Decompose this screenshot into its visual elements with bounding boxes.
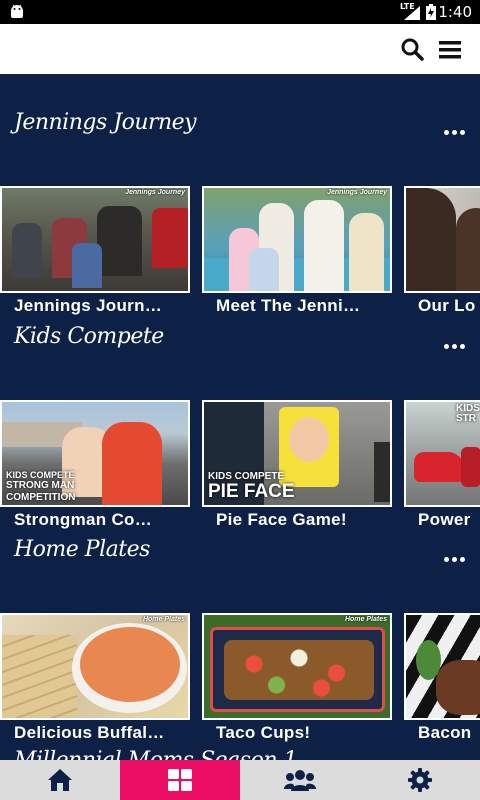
thumbnail-overlay: KIDS COMPETE PIE FACE <box>208 472 295 502</box>
video-title: Taco Cups! <box>216 723 311 742</box>
thumbnail-overlay: KIDS COMPETE STRONG MAN COMPETITION <box>6 471 75 503</box>
section-title: Kids Compete <box>14 324 164 349</box>
bottom-navigation <box>0 760 480 800</box>
nav-settings[interactable] <box>360 760 480 800</box>
app-bar <box>0 24 480 74</box>
video-title: Bacon <box>418 723 472 742</box>
video-card[interactable]: Our Lo <box>404 186 480 315</box>
section-title: Millennial Moms Season 1 <box>14 748 298 760</box>
menu-icon[interactable] <box>438 38 462 62</box>
grid-icon <box>168 769 192 791</box>
video-card[interactable]: Jennings Journey Meet The Jenni… <box>202 186 392 315</box>
more-options-icon[interactable] <box>444 128 468 138</box>
more-options-icon[interactable] <box>444 342 468 352</box>
more-options-icon[interactable] <box>444 555 468 565</box>
section-title: Jennings Journey <box>14 110 197 135</box>
video-thumbnail: Home Plates <box>202 613 392 720</box>
nav-home[interactable] <box>0 760 120 800</box>
search-icon[interactable] <box>400 37 424 61</box>
video-title: Jennings Journ… <box>14 296 163 315</box>
video-thumbnail: KIDS STR <box>404 400 480 507</box>
community-icon <box>284 770 316 791</box>
channel-list[interactable]: Jennings Journey Jennings Journey Jennin… <box>0 74 480 760</box>
home-icon <box>48 769 72 791</box>
video-thumbnail: Jennings Journey <box>0 186 190 293</box>
overlay-title: PIE FACE <box>208 481 295 502</box>
channel-watermark: Jennings Journey <box>327 189 387 196</box>
video-thumbnail <box>404 186 480 293</box>
video-card[interactable]: KIDS COMPETE PIE FACE Pie Face Game! <box>202 400 392 529</box>
video-title: Power <box>418 510 471 529</box>
status-bar: LTE 1:40 <box>0 0 480 24</box>
video-thumbnail <box>404 613 480 720</box>
video-thumbnail: KIDS COMPETE STRONG MAN COMPETITION <box>0 400 190 507</box>
clock: 1:40 <box>438 3 472 21</box>
video-title: Delicious Buffal… <box>14 723 165 742</box>
video-title: Our Lo <box>418 296 476 315</box>
video-card[interactable]: KIDS STR Power <box>404 400 480 529</box>
video-card[interactable]: Bacon <box>404 613 480 742</box>
thumbnail-overlay: KIDS STR <box>456 404 480 424</box>
video-title: Pie Face Game! <box>216 510 347 529</box>
channel-watermark: Home Plates <box>142 616 185 623</box>
video-title: Meet The Jenni… <box>216 296 361 315</box>
video-card[interactable]: KIDS COMPETE STRONG MAN COMPETITION Stro… <box>0 400 190 529</box>
section-title: Home Plates <box>14 537 150 562</box>
channel-watermark: Jennings Journey <box>125 189 185 196</box>
overlay-label: KIDS COMPETE <box>6 470 75 480</box>
battery-icon <box>426 4 436 20</box>
nav-channels[interactable] <box>120 760 240 800</box>
video-title: Strongman Co… <box>14 510 153 529</box>
video-card[interactable]: Home Plates Delicious Buffal… <box>0 613 190 742</box>
video-card[interactable]: Jennings Journey Jennings Journ… <box>0 186 190 315</box>
nav-community[interactable] <box>240 760 360 800</box>
android-icon <box>11 4 23 18</box>
video-thumbnail: Jennings Journey <box>202 186 392 293</box>
settings-icon <box>408 768 432 792</box>
overlay-title: STRONG MAN COMPETITION <box>6 480 76 503</box>
signal-icon <box>404 6 420 20</box>
channel-watermark: Home Plates <box>344 616 387 623</box>
video-thumbnail: Home Plates <box>0 613 190 720</box>
overlay-title: STR <box>456 413 476 424</box>
video-card[interactable]: Home Plates Taco Cups! <box>202 613 392 742</box>
video-thumbnail: KIDS COMPETE PIE FACE <box>202 400 392 507</box>
